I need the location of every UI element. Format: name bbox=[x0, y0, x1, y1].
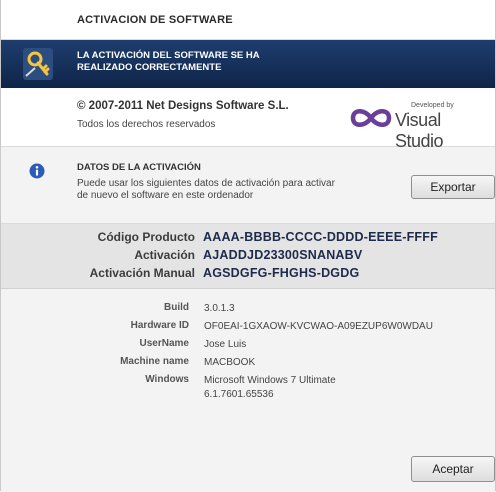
code-row-activation: Activación AJADDJD23300SNANABV bbox=[1, 248, 496, 268]
developed-by-text: Developed by bbox=[411, 102, 454, 109]
key-icon bbox=[23, 48, 53, 80]
visual-studio-logo: Developed by Visual Studio bbox=[349, 102, 479, 151]
code-label: Activación bbox=[134, 248, 195, 262]
rights-text: Todos los derechos reservados bbox=[77, 119, 216, 130]
banner-message-line2: REALIZADO CORRECTAMENTE bbox=[77, 62, 222, 73]
code-row-manual-activation: Activación Manual AGSDGFG-FHGHS-DGDG bbox=[1, 266, 496, 286]
visual-studio-text: Visual Studio bbox=[395, 110, 444, 151]
hardware-id-label: Hardware ID bbox=[130, 320, 189, 331]
windows-build-text: 6.1.7601.65536 bbox=[204, 389, 274, 400]
build-label: Build bbox=[164, 302, 189, 313]
hardware-id-value: OF0EAI-1GXAOW-KVCWAO-A09EZUP6W0WDAU bbox=[204, 321, 433, 332]
code-value: AJADDJD23300SNANABV bbox=[203, 248, 363, 262]
activation-description-line2: de nuevo el software en este ordenador bbox=[77, 190, 254, 201]
machine-name-value: MACBOOK bbox=[204, 357, 256, 368]
banner-message-line1: LA ACTIVACIÓN DEL SOFTWARE SE HA bbox=[77, 50, 260, 61]
title-bar: ACTIVACION DE SOFTWARE bbox=[1, 0, 495, 40]
activation-data-section: DATOS DE LA ACTIVACIÓN Puede usar los si… bbox=[1, 147, 495, 224]
activation-description: Puede usar los siguientes datos de activ… bbox=[77, 178, 377, 202]
machine-name-label: Machine name bbox=[120, 356, 189, 367]
about-section: © 2007-2011 Net Designs Software S.L. To… bbox=[1, 88, 495, 151]
build-value: 3.0.1.3 bbox=[204, 303, 235, 314]
code-row-product: Código Producto AAAA-BBBB-CCCC-DDDD-EEEE… bbox=[1, 230, 496, 250]
activation-heading: DATOS DE LA ACTIVACIÓN bbox=[77, 162, 201, 173]
username-label: UserName bbox=[139, 338, 189, 349]
code-label: Código Producto bbox=[97, 230, 195, 244]
activation-dialog: ACTIVACION DE SOFTWARE LA ACTIVACIÓN DEL… bbox=[0, 0, 496, 492]
windows-version-text: Microsoft Windows 7 Ultimate bbox=[204, 375, 336, 386]
username-value: Jose Luis bbox=[204, 339, 247, 350]
windows-label: Windows bbox=[145, 374, 189, 385]
window-title: ACTIVACION DE SOFTWARE bbox=[77, 13, 233, 26]
success-banner: LA ACTIVACIÓN DEL SOFTWARE SE HA REALIZA… bbox=[1, 40, 495, 88]
code-value: AGSDGFG-FHGHS-DGDG bbox=[203, 266, 360, 280]
activation-description-line1: Puede usar los siguientes datos de activ… bbox=[77, 178, 335, 189]
windows-value: Microsoft Windows 7 Ultimate 6.1.7601.65… bbox=[204, 374, 336, 402]
accept-button[interactable]: Aceptar bbox=[411, 456, 495, 482]
infinity-logo-icon bbox=[350, 109, 392, 127]
copyright-text: © 2007-2011 Net Designs Software S.L. bbox=[77, 100, 289, 112]
banner-message: LA ACTIVACIÓN DEL SOFTWARE SE HA REALIZA… bbox=[77, 50, 307, 74]
export-button[interactable]: Exportar bbox=[411, 175, 495, 199]
info-icon bbox=[29, 163, 45, 179]
activation-codes: Código Producto AAAA-BBBB-CCCC-DDDD-EEEE… bbox=[1, 224, 495, 289]
code-label: Activación Manual bbox=[89, 266, 195, 280]
code-value: AAAA-BBBB-CCCC-DDDD-EEEE-FFFF bbox=[203, 230, 438, 244]
